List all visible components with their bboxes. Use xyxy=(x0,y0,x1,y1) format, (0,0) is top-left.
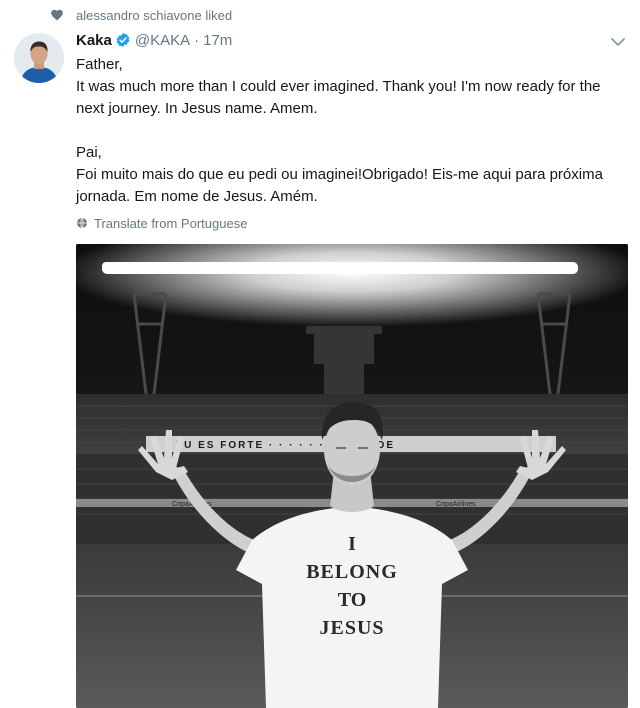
tweet-text: Father, It was much more than I could ev… xyxy=(76,54,626,208)
tweet-text-line: It was much more than I could ever imagi… xyxy=(76,78,601,95)
liked-by-text: alessandro schiavone liked xyxy=(76,7,233,23)
tweet-photo[interactable]: TU ES FORTE · · · · · · · GRANDE CopaAir… xyxy=(76,244,628,708)
shirt-text-line: TO xyxy=(338,589,367,611)
shirt-text-line: BELONG xyxy=(306,561,398,583)
avatar[interactable] xyxy=(14,33,64,83)
author-handle[interactable]: @KAKA xyxy=(135,32,190,49)
tweet-text-line: Pai, xyxy=(76,144,102,161)
translate-link[interactable]: Translate from Portuguese xyxy=(76,213,247,233)
tweet-text-line: next journey. In Jesus name. Amem. xyxy=(76,100,318,117)
tweet-header: Kaka @KAKA · 17m xyxy=(76,30,232,50)
translate-label: Translate from Portuguese xyxy=(94,215,248,231)
tweet-text-line: jornada. Em nome de Jesus. Amém. xyxy=(76,188,318,205)
social-context: alessandro schiavone liked xyxy=(50,6,232,24)
shirt-text-line: JESUS xyxy=(319,617,384,639)
globe-icon xyxy=(77,217,87,229)
tweet-text-line: Father, xyxy=(76,56,123,73)
sponsor-board-right: CopaAirlines xyxy=(436,501,476,508)
separator-dot: · xyxy=(194,31,200,49)
tweet-timestamp[interactable]: 17m xyxy=(203,32,232,49)
verified-badge-icon xyxy=(116,33,130,47)
tweet-text-line: Foi muito mais do que eu pedi ou imagine… xyxy=(76,166,603,183)
shirt-text-line: I xyxy=(348,533,356,555)
chevron-down-icon[interactable] xyxy=(610,36,626,48)
stadium-photo: TU ES FORTE · · · · · · · GRANDE CopaAir… xyxy=(76,244,628,708)
heart-icon xyxy=(51,9,63,21)
author-name[interactable]: Kaka xyxy=(76,32,112,49)
